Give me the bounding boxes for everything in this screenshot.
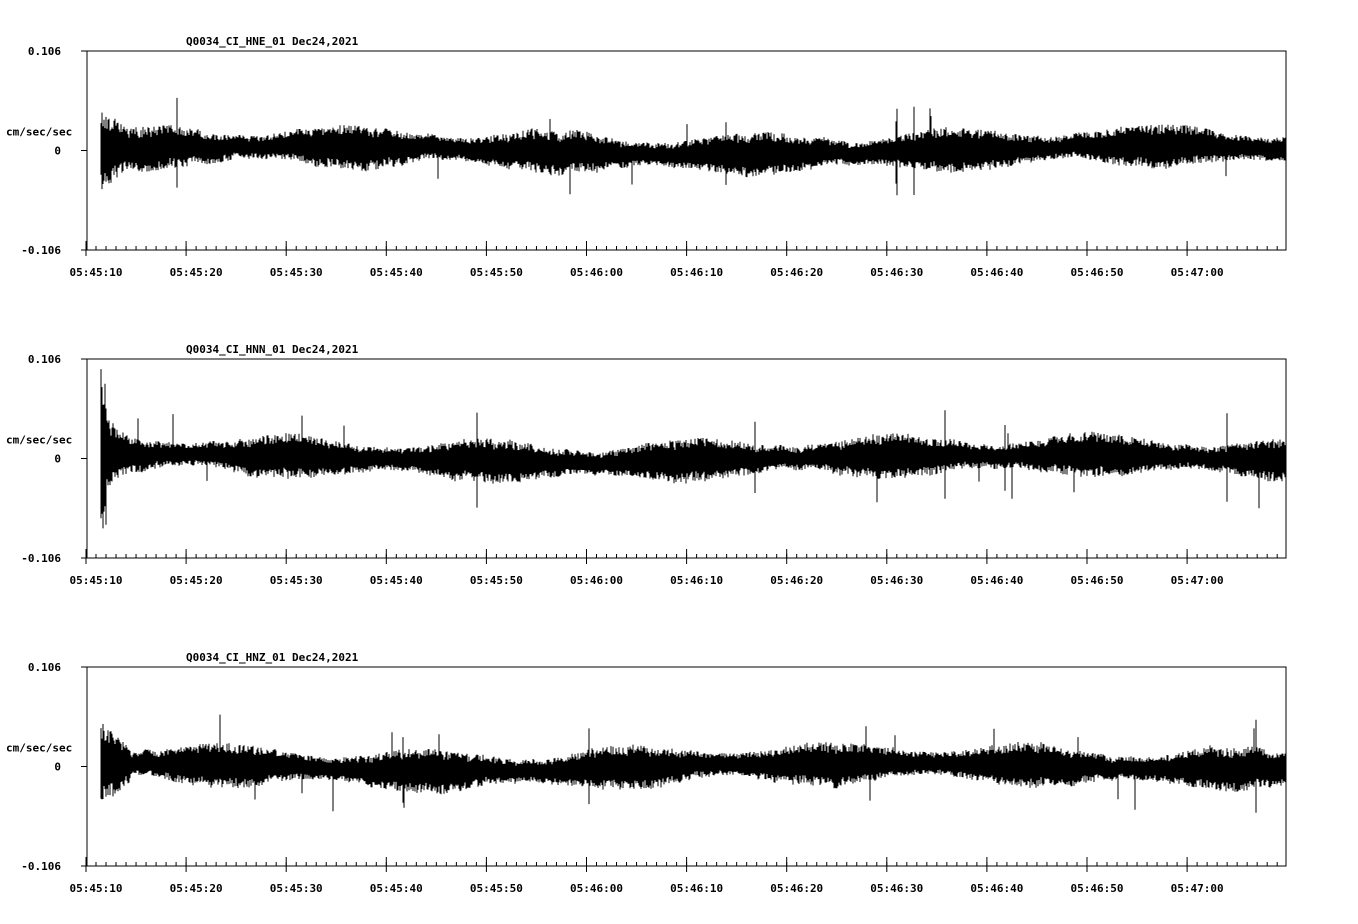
y-tick-label: -0.106	[21, 244, 61, 257]
y-axis-label: cm/sec/sec	[6, 434, 72, 447]
x-tick-label: 05:45:50	[470, 574, 523, 587]
x-tick-label: 05:46:30	[870, 882, 923, 895]
x-tick-label: 05:46:20	[770, 882, 823, 895]
waveform-trace	[100, 369, 1287, 529]
x-tick-label: 05:46:40	[970, 574, 1023, 587]
x-tick-label: 05:46:00	[570, 266, 623, 279]
panel-hne: Q0034_CI_HNE_01 Dec24,2021 0.106 0 -0.106 c…	[6, 35, 1287, 279]
x-tick-label: 05:46:40	[970, 882, 1023, 895]
y-tick-label: 0	[54, 145, 61, 158]
y-tick-label: 0.106	[28, 661, 61, 674]
x-tick-label: 05:46:00	[570, 574, 623, 587]
y-tick-label: 0	[54, 453, 61, 466]
x-tick-label: 05:47:00	[1171, 574, 1224, 587]
y-axis-label: cm/sec/sec	[6, 126, 72, 139]
x-tick-label: 05:46:50	[1071, 574, 1124, 587]
x-tick-label: 05:46:30	[870, 574, 923, 587]
y-tick-label: 0.106	[28, 353, 61, 366]
x-tick-label: 05:45:30	[270, 266, 323, 279]
waveform-trace	[100, 714, 1287, 813]
x-tick-label: 05:45:20	[170, 882, 223, 895]
x-tick-label: 05:47:00	[1171, 266, 1224, 279]
x-tick-label: 05:45:20	[170, 574, 223, 587]
x-tick-label: 05:46:50	[1071, 882, 1124, 895]
x-tick-label: 05:46:50	[1071, 266, 1124, 279]
x-tick-label: 05:46:30	[870, 266, 923, 279]
y-tick-label: 0	[54, 761, 61, 774]
x-tick-label: 05:45:10	[70, 882, 123, 895]
x-tick-label: 05:46:20	[770, 574, 823, 587]
x-tick-label: 05:46:20	[770, 266, 823, 279]
x-tick-label: 05:45:10	[70, 266, 123, 279]
x-tick-label: 05:45:10	[70, 574, 123, 587]
y-axis-label: cm/sec/sec	[6, 742, 72, 755]
x-tick-label: 05:46:40	[970, 266, 1023, 279]
x-tick-label: 05:45:40	[370, 574, 423, 587]
x-tick-label: 05:45:30	[270, 882, 323, 895]
panel-title: Q0034_CI_HNZ_01 Dec24,2021	[186, 651, 359, 664]
seismogram-figure: Q0034_CI_HNE_01 Dec24,2021 0.106 0 -0.106 c…	[6, 35, 1287, 895]
waveform-trace	[100, 97, 1287, 196]
x-tick-label: 05:46:10	[670, 882, 723, 895]
panel-hnn: Q0034_CI_HNN_01 Dec24,2021 0.106 0 -0.106 c…	[6, 343, 1287, 587]
y-tick-label: 0.106	[28, 45, 61, 58]
x-tick-label: 05:45:30	[270, 574, 323, 587]
y-tick-label: -0.106	[21, 860, 61, 873]
x-tick-label: 05:46:10	[670, 574, 723, 587]
y-tick-label: -0.106	[21, 552, 61, 565]
x-tick-label: 05:47:00	[1171, 882, 1224, 895]
x-tick-label: 05:45:40	[370, 266, 423, 279]
x-tick-label: 05:45:50	[470, 266, 523, 279]
x-tick-label: 05:45:40	[370, 882, 423, 895]
x-tick-label: 05:46:10	[670, 266, 723, 279]
x-tick-label: 05:46:00	[570, 882, 623, 895]
panel-title: Q0034_CI_HNN_01 Dec24,2021	[186, 343, 359, 356]
panel-title: Q0034_CI_HNE_01 Dec24,2021	[186, 35, 359, 48]
panel-hnz: Q0034_CI_HNZ_01 Dec24,2021 0.106 0 -0.106 c…	[6, 651, 1287, 895]
x-tick-label: 05:45:50	[470, 882, 523, 895]
x-tick-label: 05:45:20	[170, 266, 223, 279]
